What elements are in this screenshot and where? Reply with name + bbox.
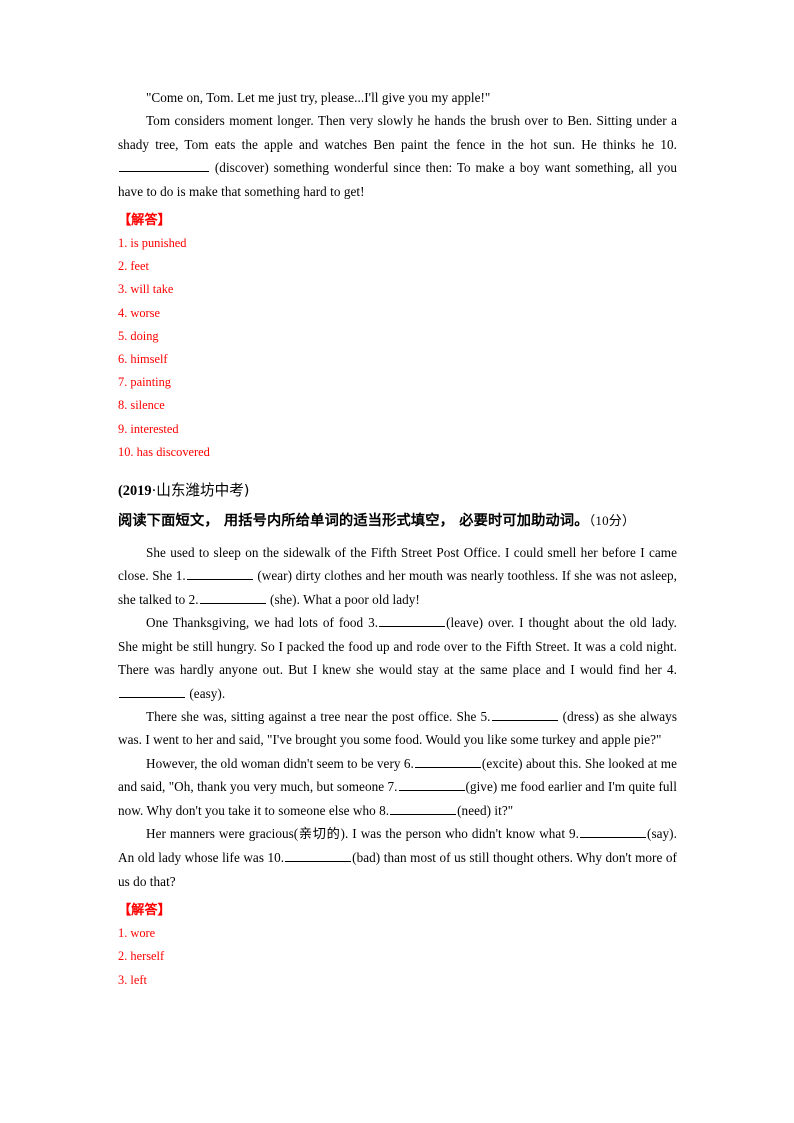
answer-key-two-title: 【解答】 xyxy=(118,903,171,919)
blank-6[interactable] xyxy=(414,754,481,768)
answer-item: 9. interested xyxy=(118,421,179,436)
answer-key-one-title: 【解答】 xyxy=(118,213,171,229)
cloze-text-before-blank-10: Tom considers moment longer. Then very s… xyxy=(118,113,677,152)
blank-3[interactable] xyxy=(379,613,446,628)
exercise-instruction-text: 阅读下面短文， 用括号内所给单词的适当形式填空， 必要时可加助动词。 xyxy=(118,513,589,530)
answer-item: 7. painting xyxy=(118,375,171,390)
passage-two-paragraph-2: One Thanksgiving, we had lots of food 3.… xyxy=(118,611,677,705)
passage-two-paragraph-5: Her manners were gracious(亲切的). I was th… xyxy=(118,822,677,893)
blank-7[interactable] xyxy=(398,777,465,792)
text-before-blank-3: One Thanksgiving, we had lots of food 3. xyxy=(146,615,379,631)
answer-item: 5. doing xyxy=(118,328,159,343)
answer-item: 2. herself xyxy=(118,949,165,964)
exam-source-line: (2019·山东潍坊中考) xyxy=(118,473,677,504)
blank-1[interactable] xyxy=(186,566,253,581)
blank-10b[interactable] xyxy=(285,848,352,863)
blank-5[interactable] xyxy=(491,707,558,721)
answer-item: 3. left xyxy=(118,972,147,987)
passage-one-paragraph-1: "Come on, Tom. Let me just try, please..… xyxy=(146,90,491,105)
blank-8[interactable] xyxy=(390,801,457,815)
exam-source-place: 山东潍坊中考) xyxy=(156,482,250,500)
answer-item: 3. will take xyxy=(118,282,174,297)
answer-item: 6. himself xyxy=(118,352,168,367)
answer-key-two: 【解答】 1. wore 2. herself 3. left xyxy=(118,899,677,992)
text-after-blank-8: (need) it?" xyxy=(457,802,514,818)
answer-item: 8. silence xyxy=(118,398,165,413)
document-page: "Come on, Tom. Let me just try, please..… xyxy=(118,86,677,992)
blank-10[interactable] xyxy=(119,158,209,173)
text-before-blank-6: However, the old woman didn't seem to be… xyxy=(146,755,414,771)
passage-one: "Come on, Tom. Let me just try, please..… xyxy=(118,86,677,203)
blank-2[interactable] xyxy=(199,590,266,604)
passage-one-cloze-paragraph: Tom considers moment longer. Then very s… xyxy=(118,109,677,203)
section-two-heading: (2019·山东潍坊中考) 阅读下面短文， 用括号内所给单词的适当形式填空， 必… xyxy=(118,473,677,535)
text-before-blank-5: There she was, sitting against a tree ne… xyxy=(146,708,491,724)
exam-source-year: (2019 xyxy=(118,483,152,500)
exercise-points: （10分） xyxy=(588,513,636,529)
answer-item: 1. wore xyxy=(118,926,156,941)
passage-two-paragraph-4: However, the old woman didn't seem to be… xyxy=(118,752,677,822)
blank-4[interactable] xyxy=(119,684,185,698)
answer-key-one-list: 1. is punished 2. feet 3. will take 4. w… xyxy=(118,232,677,464)
blank-9[interactable] xyxy=(580,824,647,838)
answer-key-one: 【解答】 1. is punished 2. feet 3. will take… xyxy=(118,209,677,464)
text-before-blank-9: ). I was the person who didn't know what… xyxy=(340,825,580,841)
text-gracious: Her manners were gracious( xyxy=(146,825,299,841)
answer-item: 10. has discovered xyxy=(118,444,210,459)
exercise-instruction: 阅读下面短文， 用括号内所给单词的适当形式填空， 必要时可加助动词。（10分） xyxy=(118,504,677,535)
gloss-chinese-qinqiede: 亲切的 xyxy=(298,826,341,842)
answer-item: 1. is punished xyxy=(118,236,187,251)
text-after-blank-4: (easy). xyxy=(189,685,226,701)
answer-key-two-list: 1. wore 2. herself 3. left xyxy=(118,922,677,992)
passage-two: She used to sleep on the sidewalk of the… xyxy=(118,541,677,893)
passage-two-paragraph-1: She used to sleep on the sidewalk of the… xyxy=(118,541,677,611)
text-after-blank-2: (she). What a poor old lady! xyxy=(270,591,420,607)
passage-two-paragraph-3: There she was, sitting against a tree ne… xyxy=(118,705,677,752)
answer-item: 2. feet xyxy=(118,259,149,274)
answer-item: 4. worse xyxy=(118,305,160,320)
